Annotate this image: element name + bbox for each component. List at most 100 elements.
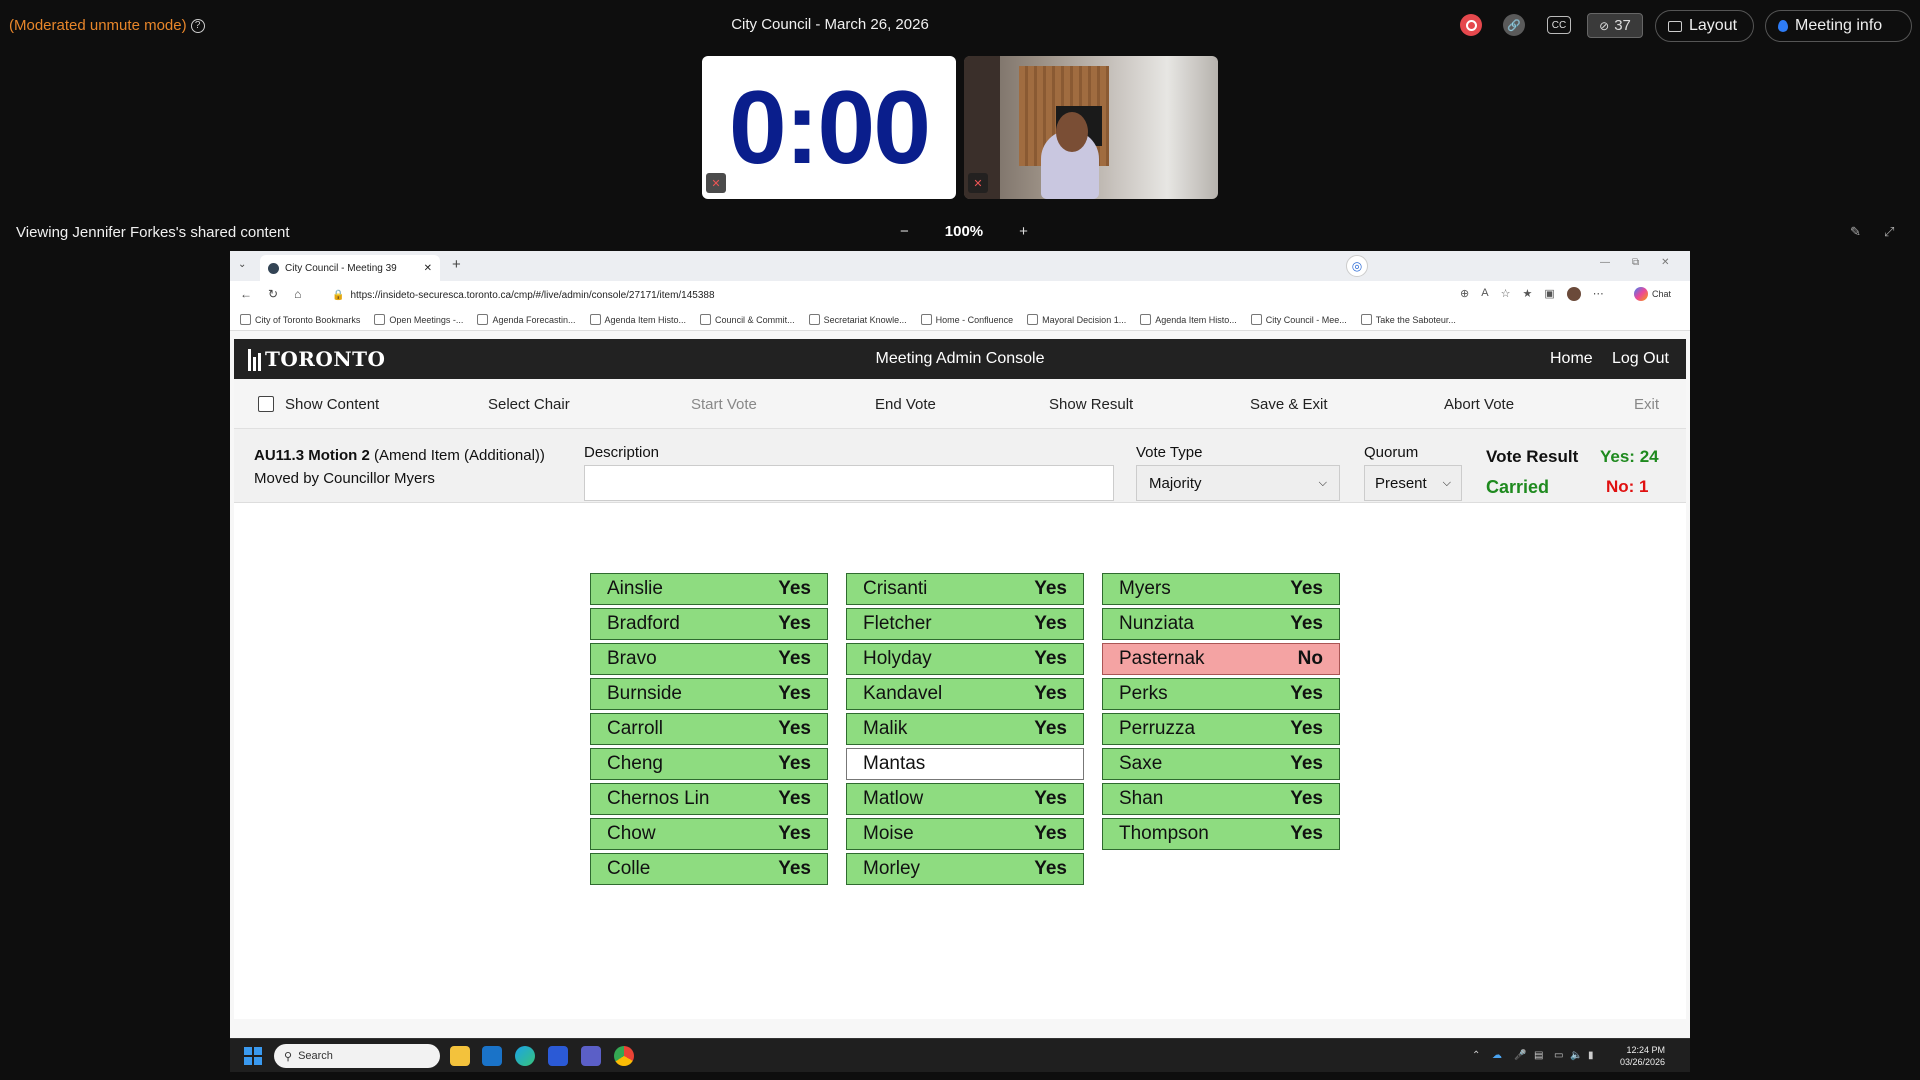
tray-chevron-icon[interactable]: ⌃ xyxy=(1472,1050,1484,1062)
vote-row[interactable]: Crisanti Yes xyxy=(846,573,1084,605)
network-icon[interactable]: ▤ xyxy=(1534,1050,1546,1062)
vote-row[interactable]: Malik Yes xyxy=(846,713,1084,745)
taskbar-search[interactable]: ⚲ Search xyxy=(274,1044,440,1068)
favorites-icon[interactable]: ★ xyxy=(1522,287,1532,301)
vote-row[interactable]: Saxe Yes xyxy=(1102,748,1340,780)
url-bar[interactable]: 🔒 https://insideto-securesca.toronto.ca/… xyxy=(322,285,1532,305)
vote-row[interactable]: Shan Yes xyxy=(1102,783,1340,815)
bookmark-item[interactable]: City Council - Mee... xyxy=(1251,314,1347,325)
annotate-icon[interactable]: ✎ xyxy=(1850,224,1861,240)
edge-icon[interactable] xyxy=(515,1046,535,1066)
bookmark-item[interactable]: Agenda Item Histo... xyxy=(590,314,687,325)
vote-row[interactable]: Chow Yes xyxy=(590,818,828,850)
bookmark-item[interactable]: Home - Confluence xyxy=(921,314,1014,325)
bookmark-item[interactable]: Agenda Item Histo... xyxy=(1140,314,1237,325)
restore-icon[interactable]: ⧉ xyxy=(1632,257,1639,268)
show-result-button[interactable]: Show Result xyxy=(1049,396,1133,413)
vote-row[interactable]: Pasternak No xyxy=(1102,643,1340,675)
meeting-info-button[interactable]: Meeting info xyxy=(1765,10,1912,42)
collections-icon[interactable]: ▣ xyxy=(1544,287,1554,301)
home-link[interactable]: Home xyxy=(1550,350,1593,368)
outlook-icon[interactable] xyxy=(482,1046,502,1066)
vote-type-select[interactable]: Majority ⌵ xyxy=(1136,465,1340,501)
exit-button[interactable]: Exit xyxy=(1634,396,1659,413)
link-icon[interactable]: 🔗 xyxy=(1503,14,1525,36)
close-window-icon[interactable]: ✕ xyxy=(1661,257,1669,268)
more-icon[interactable]: ⋯ xyxy=(1593,287,1604,301)
vote-row[interactable]: Thompson Yes xyxy=(1102,818,1340,850)
display-icon[interactable]: ▭ xyxy=(1554,1050,1566,1062)
battery-icon[interactable]: ▮ xyxy=(1588,1050,1600,1062)
screenshare-icon[interactable]: ◎ xyxy=(1346,255,1368,277)
volume-muted-icon[interactable]: 🔈 xyxy=(1570,1050,1582,1062)
vote-row[interactable]: Kandavel Yes xyxy=(846,678,1084,710)
quorum-select[interactable]: Present ⌵ xyxy=(1364,465,1462,501)
bookmark-item[interactable]: City of Toronto Bookmarks xyxy=(240,314,360,325)
chrome-icon[interactable] xyxy=(614,1046,634,1066)
logout-link[interactable]: Log Out xyxy=(1612,350,1669,368)
captions-icon[interactable]: CC xyxy=(1547,16,1571,34)
vote-row[interactable]: Perruzza Yes xyxy=(1102,713,1340,745)
bookmark-item[interactable]: Secretariat Knowle... xyxy=(809,314,907,325)
browser-tab[interactable]: City Council - Meeting 39 ✕ xyxy=(260,255,440,281)
close-tab-icon[interactable]: ✕ xyxy=(424,263,432,274)
zoom-in-button[interactable]: + xyxy=(1019,223,1028,240)
vote-row[interactable]: Matlow Yes xyxy=(846,783,1084,815)
vote-row[interactable]: Perks Yes xyxy=(1102,678,1340,710)
vote-row[interactable]: Morley Yes xyxy=(846,853,1084,885)
bookmark-item[interactable]: Agenda Forecastin... xyxy=(477,314,575,325)
participants-count-badge[interactable]: ⊘ 37 xyxy=(1587,13,1643,38)
back-icon[interactable]: ← xyxy=(240,287,252,301)
vote-row[interactable]: Colle Yes xyxy=(590,853,828,885)
bookmark-item[interactable]: Mayoral Decision 1... xyxy=(1027,314,1126,325)
file-explorer-icon[interactable] xyxy=(450,1046,470,1066)
vote-row[interactable]: Holyday Yes xyxy=(846,643,1084,675)
end-vote-button[interactable]: End Vote xyxy=(875,396,936,413)
copilot-chat-button[interactable]: Chat xyxy=(1634,287,1671,301)
bookmark-item[interactable]: Take the Saboteur... xyxy=(1361,314,1456,325)
bookmark-item[interactable]: Council & Commit... xyxy=(700,314,795,325)
vote-row[interactable]: Myers Yes xyxy=(1102,573,1340,605)
home-icon[interactable]: ⌂ xyxy=(294,287,301,301)
start-vote-button[interactable]: Start Vote xyxy=(691,396,757,413)
vote-row[interactable]: Chernos Lin Yes xyxy=(590,783,828,815)
vote-row[interactable]: Bradford Yes xyxy=(590,608,828,640)
participant-video-tile[interactable]: ✕ xyxy=(964,56,1218,199)
vote-row[interactable]: Fletcher Yes xyxy=(846,608,1084,640)
favorite-icon[interactable]: ☆ xyxy=(1501,287,1511,301)
vote-row[interactable]: Moise Yes xyxy=(846,818,1084,850)
vote-row[interactable]: Burnside Yes xyxy=(590,678,828,710)
reload-icon[interactable]: ↻ xyxy=(268,287,278,301)
vote-row[interactable]: Ainslie Yes xyxy=(590,573,828,605)
fullscreen-icon[interactable]: ⤢ xyxy=(1884,224,1894,240)
minimize-icon[interactable]: — xyxy=(1600,257,1610,268)
layout-button[interactable]: Layout xyxy=(1655,10,1754,42)
select-chair-button[interactable]: Select Chair xyxy=(488,396,570,413)
vote-row[interactable]: Cheng Yes xyxy=(590,748,828,780)
teams-icon[interactable] xyxy=(581,1046,601,1066)
profile-icon[interactable] xyxy=(1566,287,1581,301)
bookmark-item[interactable]: Open Meetings -... xyxy=(374,314,463,325)
tab-list-chevron-icon[interactable]: ⌄ xyxy=(238,259,246,270)
webex-icon[interactable] xyxy=(548,1046,568,1066)
vote-row[interactable]: Carroll Yes xyxy=(590,713,828,745)
vote-row[interactable]: Mantas xyxy=(846,748,1084,780)
save-exit-button[interactable]: Save & Exit xyxy=(1250,396,1328,413)
zoom-out-button[interactable]: − xyxy=(900,223,909,240)
new-tab-icon[interactable]: + xyxy=(452,256,461,273)
show-content-checkbox[interactable] xyxy=(258,396,274,412)
windows-start-icon[interactable] xyxy=(244,1047,262,1065)
show-content-label[interactable]: Show Content xyxy=(285,396,379,413)
browser-toolbar-icons: ⊕ A ☆ ★ ▣ ⋯ xyxy=(1460,287,1604,301)
vote-row[interactable]: Bravo Yes xyxy=(590,643,828,675)
mic-muted-icon[interactable]: 🎤 xyxy=(1514,1050,1526,1062)
abort-vote-button[interactable]: Abort Vote xyxy=(1444,396,1514,413)
timer-video-tile[interactable]: 0:00 ✕ xyxy=(702,56,956,199)
recording-icon[interactable] xyxy=(1460,14,1482,36)
zoom-icon[interactable]: ⊕ xyxy=(1460,287,1469,301)
onedrive-icon[interactable]: ☁ xyxy=(1492,1050,1504,1062)
vote-row[interactable]: Nunziata Yes xyxy=(1102,608,1340,640)
read-aloud-icon[interactable]: A xyxy=(1481,287,1488,301)
description-input[interactable] xyxy=(584,465,1114,501)
taskbar-clock[interactable]: 12:24 PM 03/26/2026 xyxy=(1620,1044,1665,1068)
